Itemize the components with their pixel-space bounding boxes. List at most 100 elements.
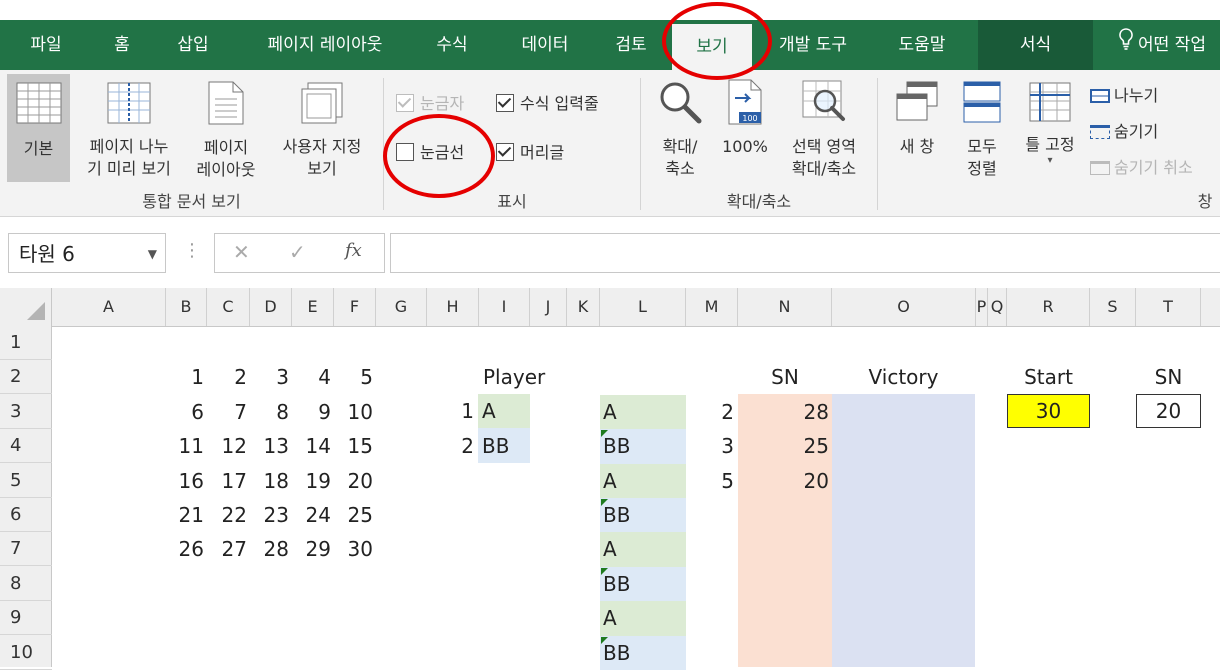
column-header[interactable]: E [292, 288, 334, 326]
grid-number-cell[interactable]: 15 [334, 429, 373, 463]
column-header[interactable]: P [976, 288, 988, 326]
l-column-cell[interactable]: A [603, 532, 617, 566]
tab-data[interactable]: 데이터 [505, 20, 585, 70]
grid-number-cell[interactable]: 29 [292, 532, 331, 566]
column-header[interactable]: A [52, 288, 166, 326]
column-header[interactable]: L [600, 288, 686, 326]
column-header[interactable]: J [530, 288, 567, 326]
enter-icon[interactable]: ✓ [289, 240, 306, 264]
insert-function-icon[interactable]: fx [345, 240, 362, 261]
select-all-button[interactable] [0, 288, 52, 326]
tell-me-search[interactable]: 어떤 작업 [1118, 20, 1206, 70]
column-header[interactable]: O [832, 288, 976, 326]
sn-value-cell[interactable]: 28 [738, 395, 829, 429]
row-header[interactable]: 6 [0, 498, 52, 532]
grid-number-cell[interactable]: 18 [250, 464, 289, 498]
column-header[interactable]: D [250, 288, 292, 326]
grid-number-cell[interactable]: 20 [334, 464, 373, 498]
tab-page-layout[interactable]: 페이지 레이아웃 [245, 20, 405, 70]
column-header[interactable]: B [166, 288, 207, 326]
grid-number-cell[interactable]: 14 [292, 429, 331, 463]
grid-number-cell[interactable]: 13 [250, 429, 289, 463]
grid-number-cell[interactable]: 4 [292, 360, 331, 394]
page-layout-view-button[interactable]: 페이지 레이아웃 [188, 74, 264, 186]
grid-number-cell[interactable]: 12 [207, 429, 247, 463]
player-header[interactable]: Player [483, 360, 545, 394]
grid-number-cell[interactable]: 21 [166, 498, 204, 532]
zoom-100-button[interactable]: 100 100% [716, 74, 774, 186]
row-header[interactable]: 8 [0, 567, 52, 601]
arrange-all-button[interactable]: 모두 정렬 [952, 74, 1012, 186]
grid-number-cell[interactable]: 23 [250, 498, 289, 532]
tab-review[interactable]: 검토 [601, 20, 661, 70]
grid-number-cell[interactable]: 7 [207, 395, 247, 429]
grid-number-cell[interactable]: 6 [166, 395, 204, 429]
column-header[interactable]: T [1136, 288, 1201, 326]
headings-checkbox[interactable]: 머리글 [496, 142, 564, 164]
formula-bar-checkbox[interactable]: 수식 입력줄 [496, 93, 599, 115]
grid-number-cell[interactable]: 2 [207, 360, 247, 394]
grid-number-cell[interactable]: 11 [166, 429, 204, 463]
name-box[interactable]: 타원 6 ▼ [8, 233, 166, 273]
column-header[interactable]: H [427, 288, 479, 326]
m-column-cell[interactable]: 2 [686, 395, 734, 429]
column-header[interactable]: Q [988, 288, 1007, 326]
start-header[interactable]: Start [1007, 360, 1090, 394]
m-column-cell[interactable]: 5 [686, 464, 734, 498]
tab-file[interactable]: 파일 [16, 20, 76, 70]
column-header[interactable]: M [686, 288, 738, 326]
tab-help[interactable]: 도움말 [882, 20, 962, 70]
column-header[interactable]: G [376, 288, 427, 326]
grid-number-cell[interactable]: 17 [207, 464, 247, 498]
player-name[interactable]: A [482, 394, 496, 428]
tab-view[interactable]: 보기 [672, 24, 752, 70]
tab-formulas[interactable]: 수식 [422, 20, 482, 70]
column-header[interactable]: I [479, 288, 530, 326]
grid-number-cell[interactable]: 9 [292, 395, 331, 429]
grid-number-cell[interactable]: 1 [166, 360, 204, 394]
row-header[interactable]: 7 [0, 532, 52, 567]
row-header[interactable]: 3 [0, 395, 52, 429]
row-header[interactable]: 5 [0, 464, 52, 498]
grid-number-cell[interactable]: 27 [207, 532, 247, 566]
page-break-preview-button[interactable]: 페이지 나누 기 미리 보기 [74, 74, 184, 186]
l-column-cell[interactable]: A [603, 464, 617, 498]
grid-number-cell[interactable]: 5 [334, 360, 373, 394]
hide-button[interactable]: 숨기기 [1090, 118, 1158, 142]
l-column-cell[interactable]: A [603, 601, 617, 635]
tab-developer[interactable]: 개발 도구 [763, 20, 863, 70]
player-index[interactable]: 1 [448, 394, 474, 428]
tab-insert[interactable]: 삽입 [163, 20, 223, 70]
custom-views-button[interactable]: 사용자 지정 보기 [268, 74, 376, 186]
sn-value-cell[interactable]: 20 [738, 464, 829, 498]
sn-value-cell[interactable]: 25 [738, 429, 829, 463]
m-column-cell[interactable]: 3 [686, 429, 734, 463]
grid-number-cell[interactable]: 8 [250, 395, 289, 429]
l-column-cell[interactable]: A [603, 395, 617, 429]
normal-view-button[interactable]: 기본 [7, 74, 70, 182]
freeze-panes-button[interactable]: 틀 고정 ▾ [1014, 74, 1086, 186]
grid-number-cell[interactable]: 24 [292, 498, 331, 532]
grid-number-cell[interactable]: 25 [334, 498, 373, 532]
grid-number-cell[interactable]: 30 [334, 532, 373, 566]
grid-number-cell[interactable]: 26 [166, 532, 204, 566]
formula-input[interactable] [390, 233, 1220, 273]
chevron-down-icon[interactable]: ▼ [148, 234, 157, 274]
column-header[interactable]: N [738, 288, 832, 326]
grid-number-cell[interactable]: 22 [207, 498, 247, 532]
row-header[interactable]: 9 [0, 601, 52, 636]
player-index[interactable]: 2 [448, 429, 474, 463]
grid-number-cell[interactable]: 10 [334, 395, 373, 429]
more-icon[interactable]: ⋮ [183, 240, 201, 261]
sn2-header[interactable]: SN [1136, 360, 1201, 394]
split-button[interactable]: 나누기 [1090, 82, 1158, 106]
player-name[interactable]: BB [482, 429, 509, 463]
row-header[interactable]: 1 [0, 326, 52, 360]
column-header[interactable]: F [334, 288, 376, 326]
l-column-cell[interactable]: BB [603, 498, 630, 532]
column-header[interactable]: C [207, 288, 250, 326]
zoom-button[interactable]: 확대/ 축소 [648, 74, 712, 186]
tab-format[interactable]: 서식 [978, 20, 1093, 70]
grid-number-cell[interactable]: 19 [292, 464, 331, 498]
gridlines-checkbox[interactable]: 눈금선 [396, 142, 464, 164]
